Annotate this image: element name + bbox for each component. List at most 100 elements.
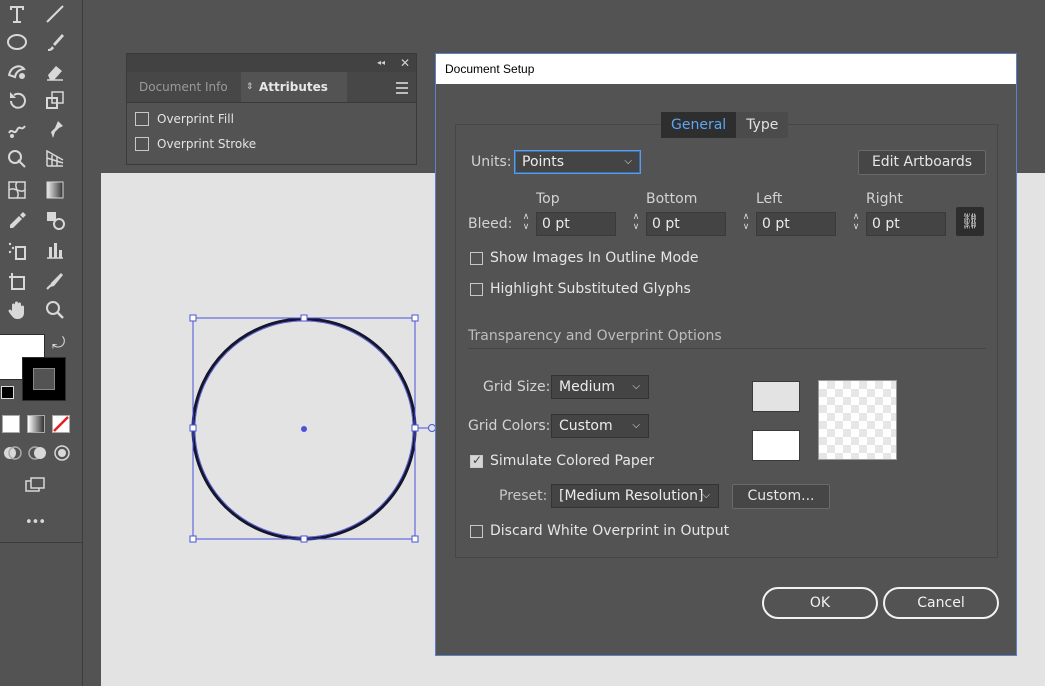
puppet-warp-tool-icon[interactable] xyxy=(40,115,70,143)
tab-arrows-icon: ⇕ xyxy=(246,82,254,92)
eyedropper-tool-icon[interactable] xyxy=(2,206,32,234)
transparency-grid-preview xyxy=(818,380,897,460)
tab-type[interactable]: Type xyxy=(736,112,789,138)
gradient-tool-icon[interactable] xyxy=(40,176,70,204)
line-tool-icon[interactable] xyxy=(40,0,70,28)
chevron-down-icon: ⌵ xyxy=(702,490,710,501)
transparency-section-heading: Transparency and Overprint Options xyxy=(468,328,722,344)
scale-tool-icon[interactable] xyxy=(40,86,70,114)
swap-fill-stroke-icon[interactable]: ⤾ xyxy=(52,333,65,353)
shaper-tool-icon[interactable] xyxy=(2,57,32,85)
grid-size-select[interactable]: Medium ⌵ xyxy=(551,375,649,399)
units-value: Points xyxy=(522,154,565,170)
grid-color-swatch-1[interactable] xyxy=(752,381,800,412)
document-setup-dialog: Document Setup General Type Units: Point… xyxy=(435,53,1017,656)
bleed-bottom-stepper-icon[interactable]: ∧ ∨ xyxy=(629,212,643,236)
simulate-paper-checkbox[interactable] xyxy=(470,453,483,468)
toolbar-divider xyxy=(0,542,82,543)
preset-label: Preset: xyxy=(499,488,548,504)
overprint-stroke-checkbox[interactable]: Overprint Stroke xyxy=(135,137,256,151)
tab-attributes-label: Attributes xyxy=(259,80,328,94)
tab-general[interactable]: General xyxy=(661,112,737,138)
collapse-panel-icon[interactable]: ◂◂ xyxy=(377,54,385,72)
column-graph-tool-icon[interactable] xyxy=(40,236,70,264)
tab-document-info[interactable]: Document Info xyxy=(127,72,240,102)
grid-colors-value: Custom xyxy=(559,418,613,434)
eraser-tool-icon[interactable] xyxy=(40,57,70,85)
show-images-outline-label: Show Images In Outline Mode xyxy=(490,250,699,266)
bleed-right-input[interactable]: 0 pt xyxy=(866,212,946,236)
overprint-fill-checkbox[interactable]: Overprint Fill xyxy=(135,112,234,126)
bleed-bottom-label: Bottom xyxy=(646,191,698,207)
default-fill-stroke-icon[interactable] xyxy=(1,386,14,399)
units-select[interactable]: Points ⌵ xyxy=(514,150,641,174)
color-mode-icon[interactable] xyxy=(2,415,20,433)
screen-mode-icon[interactable] xyxy=(20,471,50,499)
checkbox-box[interactable] xyxy=(135,112,149,126)
edit-artboards-button[interactable]: Edit Artboards xyxy=(858,150,986,175)
bleed-right-label: Right xyxy=(866,191,903,207)
grid-colors-label: Grid Colors: xyxy=(468,418,551,434)
bleed-right-stepper-icon[interactable]: ∧ ∨ xyxy=(849,212,863,236)
paintbrush-tool-icon[interactable] xyxy=(40,28,70,56)
tab-attributes[interactable]: ⇕ Attributes xyxy=(241,72,347,102)
symbol-sprayer-tool-icon[interactable] xyxy=(2,236,32,264)
highlight-glyphs-checkbox[interactable] xyxy=(470,283,483,296)
warp-tool-icon[interactable] xyxy=(2,115,32,143)
more-tools-icon[interactable]: ••• xyxy=(25,515,46,530)
cancel-button[interactable]: Cancel xyxy=(883,587,999,619)
bleed-label: Bleed: xyxy=(468,216,513,232)
zoom-tool-icon[interactable] xyxy=(40,296,70,324)
artboard-tool-icon[interactable] xyxy=(2,267,32,295)
mesh-tool-icon[interactable] xyxy=(2,176,32,204)
show-images-outline-checkbox[interactable] xyxy=(470,252,483,265)
perspective-grid-tool-icon[interactable] xyxy=(40,144,70,172)
chevron-down-icon: ⌵ xyxy=(632,381,640,392)
pen-tool-icon[interactable] xyxy=(40,267,70,295)
gradient-mode-icon[interactable] xyxy=(27,415,45,433)
attributes-panel: ◂◂ ✕ Document Info ⇕ Attributes Overprin… xyxy=(126,53,417,165)
section-divider xyxy=(468,348,986,349)
highlight-glyphs-label: Highlight Substituted Glyphs xyxy=(490,281,691,297)
type-tool-icon[interactable] xyxy=(2,0,32,28)
units-label: Units: xyxy=(471,154,512,170)
link-icon[interactable]: ⛓ xyxy=(956,207,984,236)
center-point xyxy=(301,426,307,432)
shape-builder-tool-icon[interactable] xyxy=(2,144,32,172)
preset-select[interactable]: [Medium Resolution] ⌵ xyxy=(551,484,719,508)
close-panel-icon[interactable]: ✕ xyxy=(400,54,410,72)
stroke-color-swatch[interactable] xyxy=(22,357,66,401)
chevron-down-icon: ⌵ xyxy=(632,420,640,431)
bleed-left-input[interactable]: 0 pt xyxy=(756,212,836,236)
grid-colors-select[interactable]: Custom ⌵ xyxy=(551,414,649,438)
bleed-top-stepper-icon[interactable]: ∧ ∨ xyxy=(519,212,533,236)
tools-panel: ⤾ ••• xyxy=(0,0,83,686)
overprint-fill-label: Overprint Fill xyxy=(157,112,234,126)
ok-button[interactable]: OK xyxy=(762,587,878,619)
discard-white-overprint-checkbox[interactable] xyxy=(470,525,483,538)
panel-menu-icon[interactable] xyxy=(396,79,408,97)
hand-tool-icon[interactable] xyxy=(2,296,32,324)
grid-size-label: Grid Size: xyxy=(483,379,551,395)
bleed-left-label: Left xyxy=(756,191,783,207)
simulate-paper-label: Simulate Colored Paper xyxy=(490,453,655,469)
ellipse-tool-icon[interactable] xyxy=(2,28,32,56)
bleed-left-stepper-icon[interactable]: ∧ ∨ xyxy=(739,212,753,236)
bleed-top-input[interactable]: 0 pt xyxy=(536,212,616,236)
dialog-tabs: General Type xyxy=(661,112,789,138)
grid-color-swatch-2[interactable] xyxy=(752,430,800,461)
rotate-tool-icon[interactable] xyxy=(2,86,32,114)
panel-header-bar: ◂◂ ✕ xyxy=(127,54,416,72)
checkbox-box[interactable] xyxy=(135,137,149,151)
panel-tabs: Document Info ⇕ Attributes xyxy=(127,72,416,103)
custom-preset-button[interactable]: Custom... xyxy=(732,484,830,509)
overprint-stroke-label: Overprint Stroke xyxy=(157,137,257,151)
selected-circle[interactable] xyxy=(185,310,445,550)
draw-inside-icon[interactable] xyxy=(47,439,77,467)
bleed-bottom-input[interactable]: 0 pt xyxy=(646,212,726,236)
bleed-top-label: Top xyxy=(536,191,560,207)
blend-tool-icon[interactable] xyxy=(40,206,70,234)
preset-value: [Medium Resolution] xyxy=(559,488,704,504)
none-mode-icon[interactable] xyxy=(52,415,70,433)
grid-size-value: Medium xyxy=(559,379,615,395)
